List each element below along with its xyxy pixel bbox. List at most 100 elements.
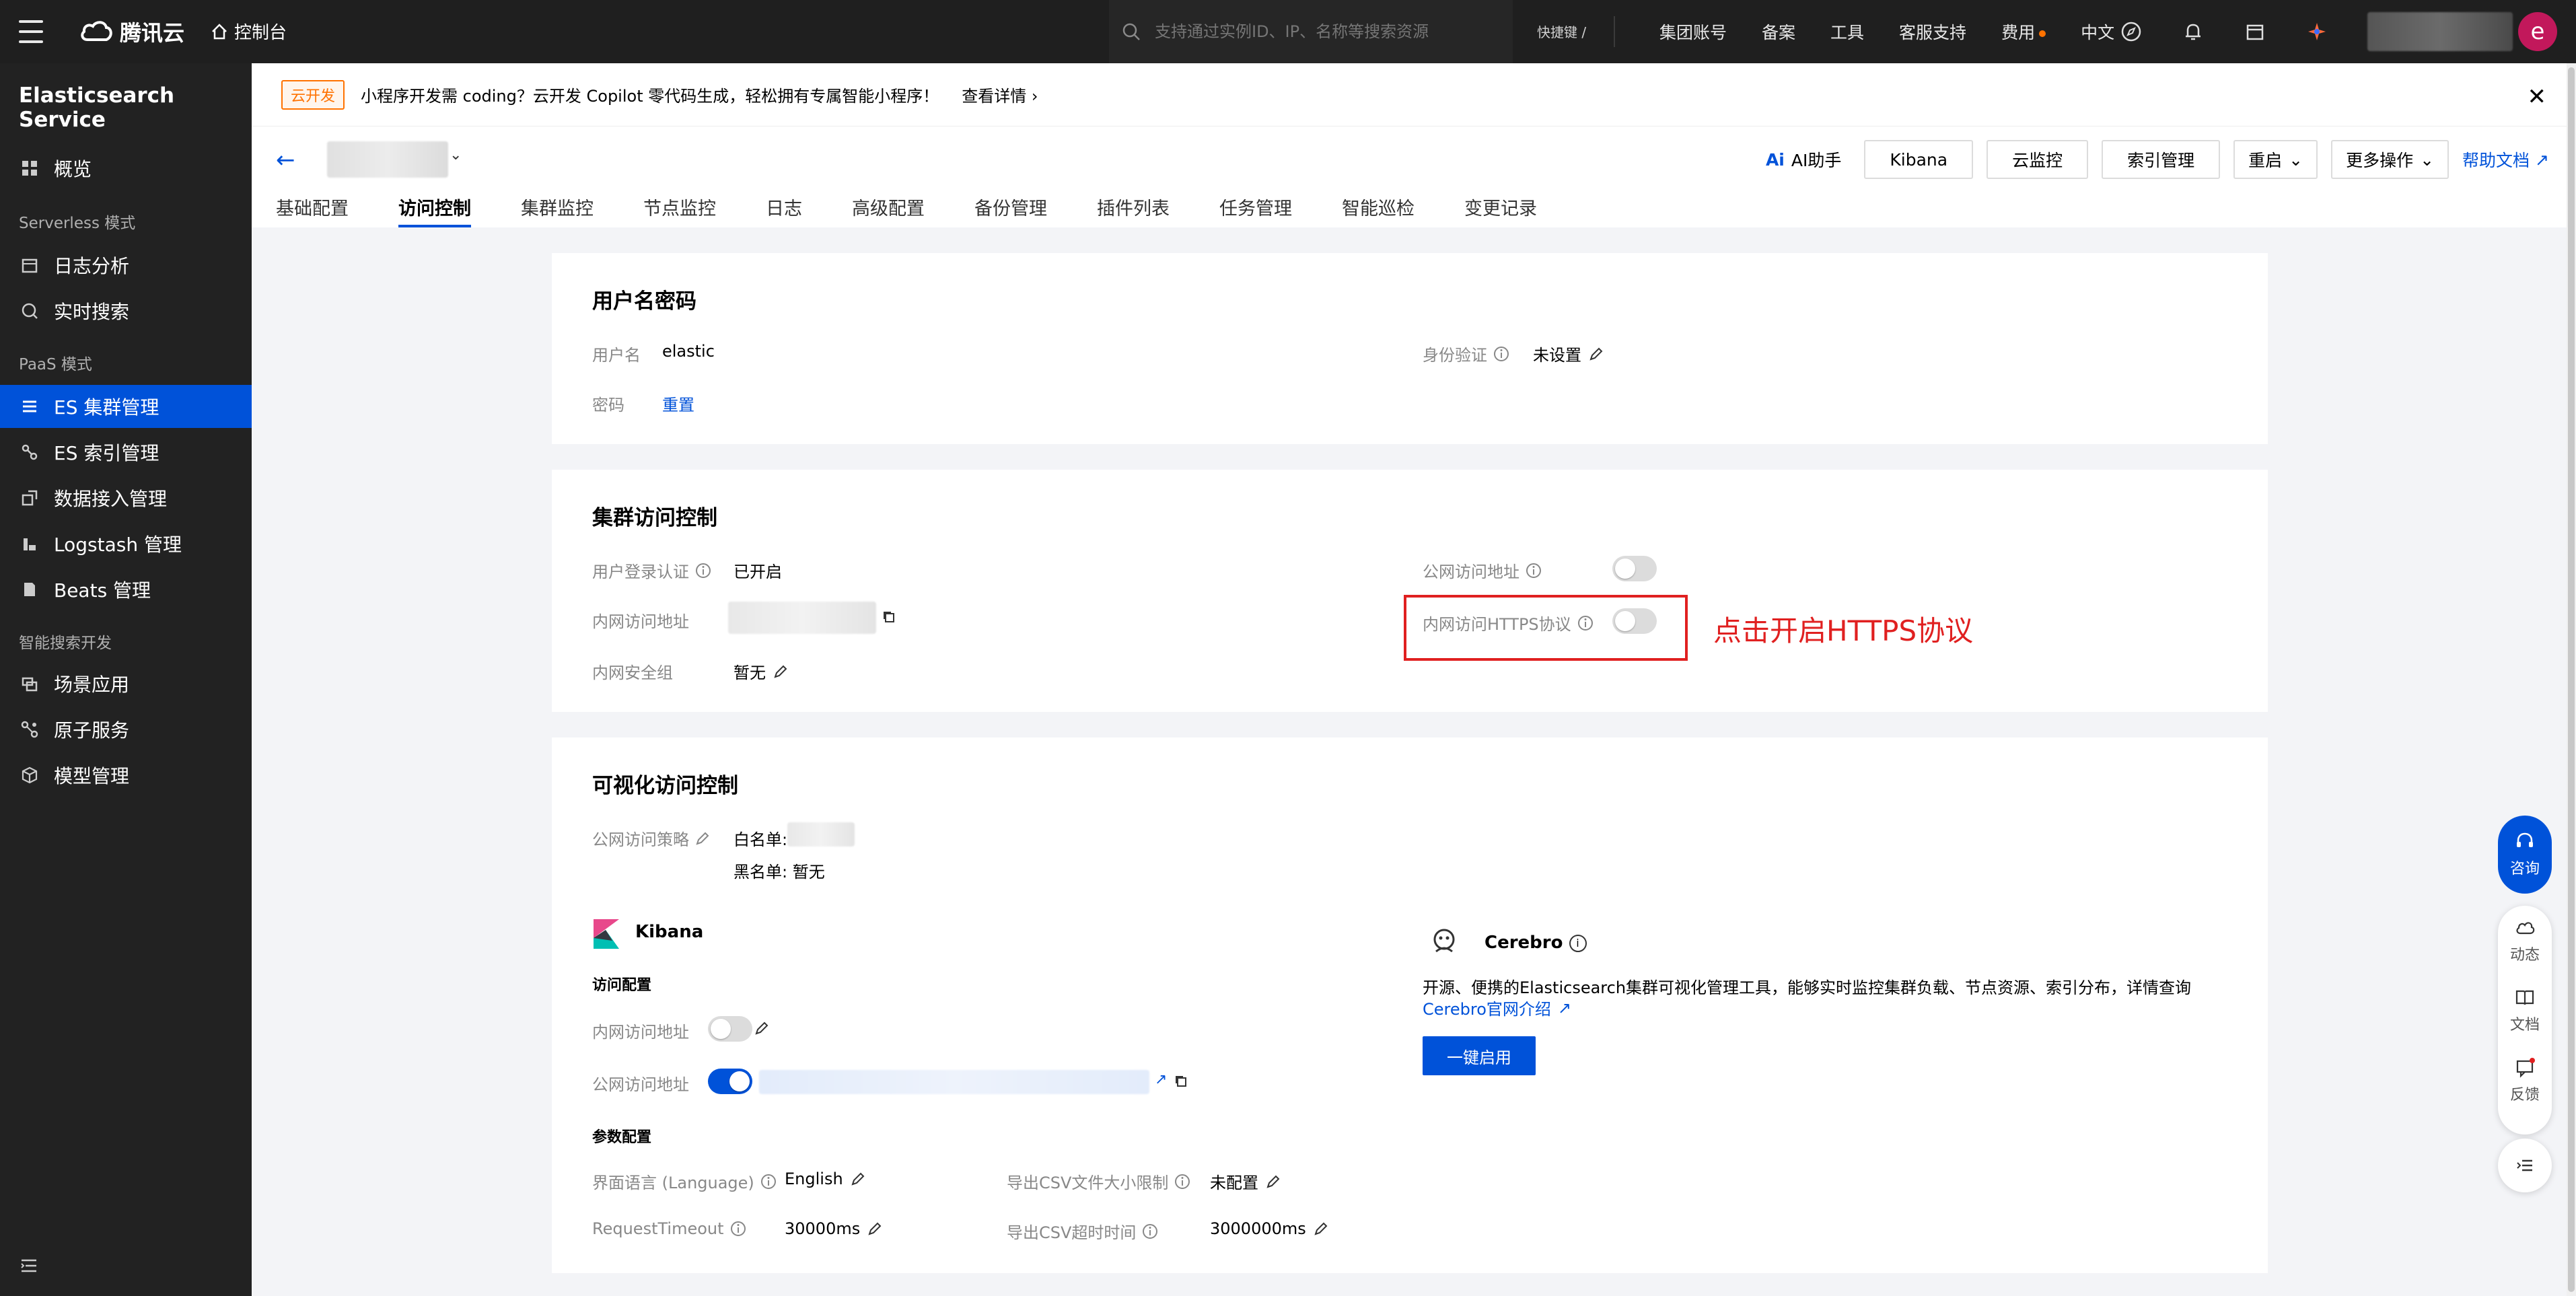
intranet-sg-label: 内网安全组 (592, 663, 673, 682)
tab-access-control[interactable]: 访问控制 (398, 194, 471, 227)
sidebar-item-es-cluster[interactable]: ES 集群管理 (0, 385, 252, 428)
global-search[interactable] (1109, 0, 1513, 63)
edit-icon[interactable] (694, 830, 711, 847)
kibana-button[interactable]: Kibana (1864, 140, 1974, 179)
restart-button[interactable]: 重启 ⌄ (2233, 140, 2318, 179)
info-icon[interactable] (1141, 1223, 1159, 1240)
ai-star-icon[interactable] (2305, 20, 2328, 43)
edit-icon[interactable] (850, 1171, 866, 1187)
account-name-blurred[interactable] (2367, 12, 2513, 51)
edit-icon[interactable] (1313, 1221, 1329, 1237)
book-icon (2515, 990, 2534, 1005)
info-icon[interactable] (1525, 562, 1542, 579)
nav-icp[interactable]: 备案 (1744, 20, 1813, 44)
close-icon[interactable]: ✕ (2528, 83, 2547, 110)
edit-icon[interactable] (1265, 1174, 1281, 1190)
edit-icon[interactable] (773, 663, 789, 680)
sidebar-group-serverless: Serverless 模式 (19, 215, 136, 232)
console-link[interactable]: 控制台 (210, 19, 287, 44)
nav-support[interactable]: 客服支持 (1882, 20, 1984, 44)
nav-tools[interactable]: 工具 (1813, 20, 1882, 44)
sidebar-item-logstash[interactable]: Logstash 管理 (0, 522, 252, 565)
more-actions-button[interactable]: 更多操作 ⌄ (2331, 140, 2449, 179)
info-icon[interactable]: i (1569, 934, 1587, 952)
docs-button[interactable]: 文档 (2510, 976, 2540, 1046)
enable-cerebro-button[interactable]: 一键启用 (1423, 1036, 1536, 1075)
tab-node-monitor[interactable]: 节点监控 (643, 194, 716, 227)
promo-detail-link[interactable]: 查看详情 › (962, 83, 1038, 106)
sidebar-item-atomic-service[interactable]: 原子服务 (0, 708, 252, 751)
sidebar-item-data-import[interactable]: 数据接入管理 (0, 476, 252, 519)
info-icon[interactable] (1174, 1173, 1191, 1190)
tab-backup[interactable]: 备份管理 (974, 194, 1047, 227)
compass-icon[interactable] (2120, 20, 2143, 43)
back-arrow-icon[interactable]: ← (276, 147, 295, 174)
info-icon[interactable] (729, 1220, 747, 1237)
help-doc-link[interactable]: 帮助文档 ↗ (2462, 147, 2549, 172)
info-icon[interactable] (760, 1173, 777, 1190)
tab-plugins[interactable]: 插件列表 (1097, 194, 1170, 227)
language-value-text: English (785, 1169, 843, 1188)
auth-value-text: 未设置 (1533, 346, 1581, 365)
tab-tasks[interactable]: 任务管理 (1219, 194, 1292, 227)
menu-icon[interactable] (19, 20, 43, 43)
kibana-intranet-toggle[interactable] (708, 1016, 752, 1042)
cerebro-intro-link[interactable]: Cerebro官网介绍 ↗ (1423, 996, 1571, 1019)
tab-change-log[interactable]: 变更记录 (1464, 194, 1537, 227)
calendar-icon[interactable] (2244, 20, 2266, 43)
consult-button[interactable]: 咨询 (2498, 816, 2552, 894)
copy-icon[interactable] (1174, 1074, 1188, 1089)
cloud-monitor-button[interactable]: 云监控 (1987, 140, 2089, 179)
kibana-public-address-blurred[interactable] (759, 1070, 1149, 1094)
float-tools: 动态 文档 反馈 (2498, 906, 2552, 1135)
tab-advanced-config[interactable]: 高级配置 (852, 194, 925, 227)
search-input[interactable] (1155, 22, 1451, 41)
info-icon[interactable] (1577, 614, 1594, 632)
csv-size-value: 未配置 (1210, 1169, 1281, 1193)
nodes-icon (21, 721, 38, 738)
sidebar-item-overview[interactable]: 概览 (0, 147, 252, 190)
bell-icon[interactable] (2182, 20, 2205, 43)
tab-basic-config[interactable]: 基础配置 (276, 194, 349, 227)
edit-icon[interactable] (867, 1221, 883, 1237)
whitelist-blurred (787, 822, 855, 847)
sidebar-item-beats[interactable]: Beats 管理 (0, 568, 252, 611)
tab-logs[interactable]: 日志 (766, 194, 802, 227)
feedback-label: 反馈 (2509, 1087, 2540, 1104)
edit-icon[interactable] (754, 1020, 770, 1036)
language-label: 界面语言 (Language) (592, 1169, 777, 1193)
nav-billing[interactable]: 费用 (1984, 20, 2063, 44)
edit-icon[interactable] (1588, 346, 1604, 362)
public-address-toggle[interactable] (1612, 556, 1657, 581)
external-link-icon[interactable]: ↗ (1155, 1071, 1167, 1088)
timeout-value: 30000ms (785, 1219, 883, 1238)
https-toggle[interactable] (1612, 608, 1657, 634)
info-icon[interactable] (1493, 345, 1510, 363)
instance-name-blurred[interactable] (327, 141, 448, 178)
avatar[interactable]: e (2518, 12, 2557, 51)
nav-group-account[interactable]: 集团账号 (1642, 20, 1744, 44)
scrollbar-thumb[interactable] (2568, 67, 2575, 1292)
float-menu-button[interactable] (2498, 1139, 2552, 1192)
sidebar-item-model-mgmt[interactable]: 模型管理 (0, 754, 252, 797)
grid-icon (22, 161, 37, 176)
tab-inspection[interactable]: 智能巡检 (1342, 194, 1415, 227)
tab-cluster-monitor[interactable]: 集群监控 (521, 194, 594, 227)
info-icon[interactable] (694, 562, 712, 579)
sidebar-item-log-analysis[interactable]: 日志分析 (0, 244, 252, 287)
chevron-down-icon[interactable]: ⌄ (450, 147, 462, 164)
reset-password-link[interactable]: 重置 (662, 392, 694, 415)
feedback-button[interactable]: 反馈 (2510, 1046, 2540, 1116)
top-nav: 集团账号 备案 工具 客服支持 费用 中文 (1642, 0, 2132, 63)
ai-assistant-button[interactable]: Ai AI助手 (1756, 140, 1851, 179)
index-mgmt-button[interactable]: 索引管理 (2102, 140, 2221, 179)
tencent-cloud-logo[interactable]: 腾讯云 (79, 16, 184, 47)
activity-button[interactable]: 动态 (2510, 906, 2540, 976)
sidebar-item-realtime-search[interactable]: 实时搜索 (0, 289, 252, 332)
sidebar-collapse-icon[interactable] (19, 1256, 39, 1276)
login-auth-text: 用户登录认证 (592, 563, 689, 581)
sidebar-item-es-index[interactable]: ES 索引管理 (0, 431, 252, 474)
kibana-public-toggle[interactable] (708, 1069, 752, 1094)
copy-icon[interactable] (882, 610, 896, 624)
sidebar-item-scene-app[interactable]: 场景应用 (0, 662, 252, 705)
